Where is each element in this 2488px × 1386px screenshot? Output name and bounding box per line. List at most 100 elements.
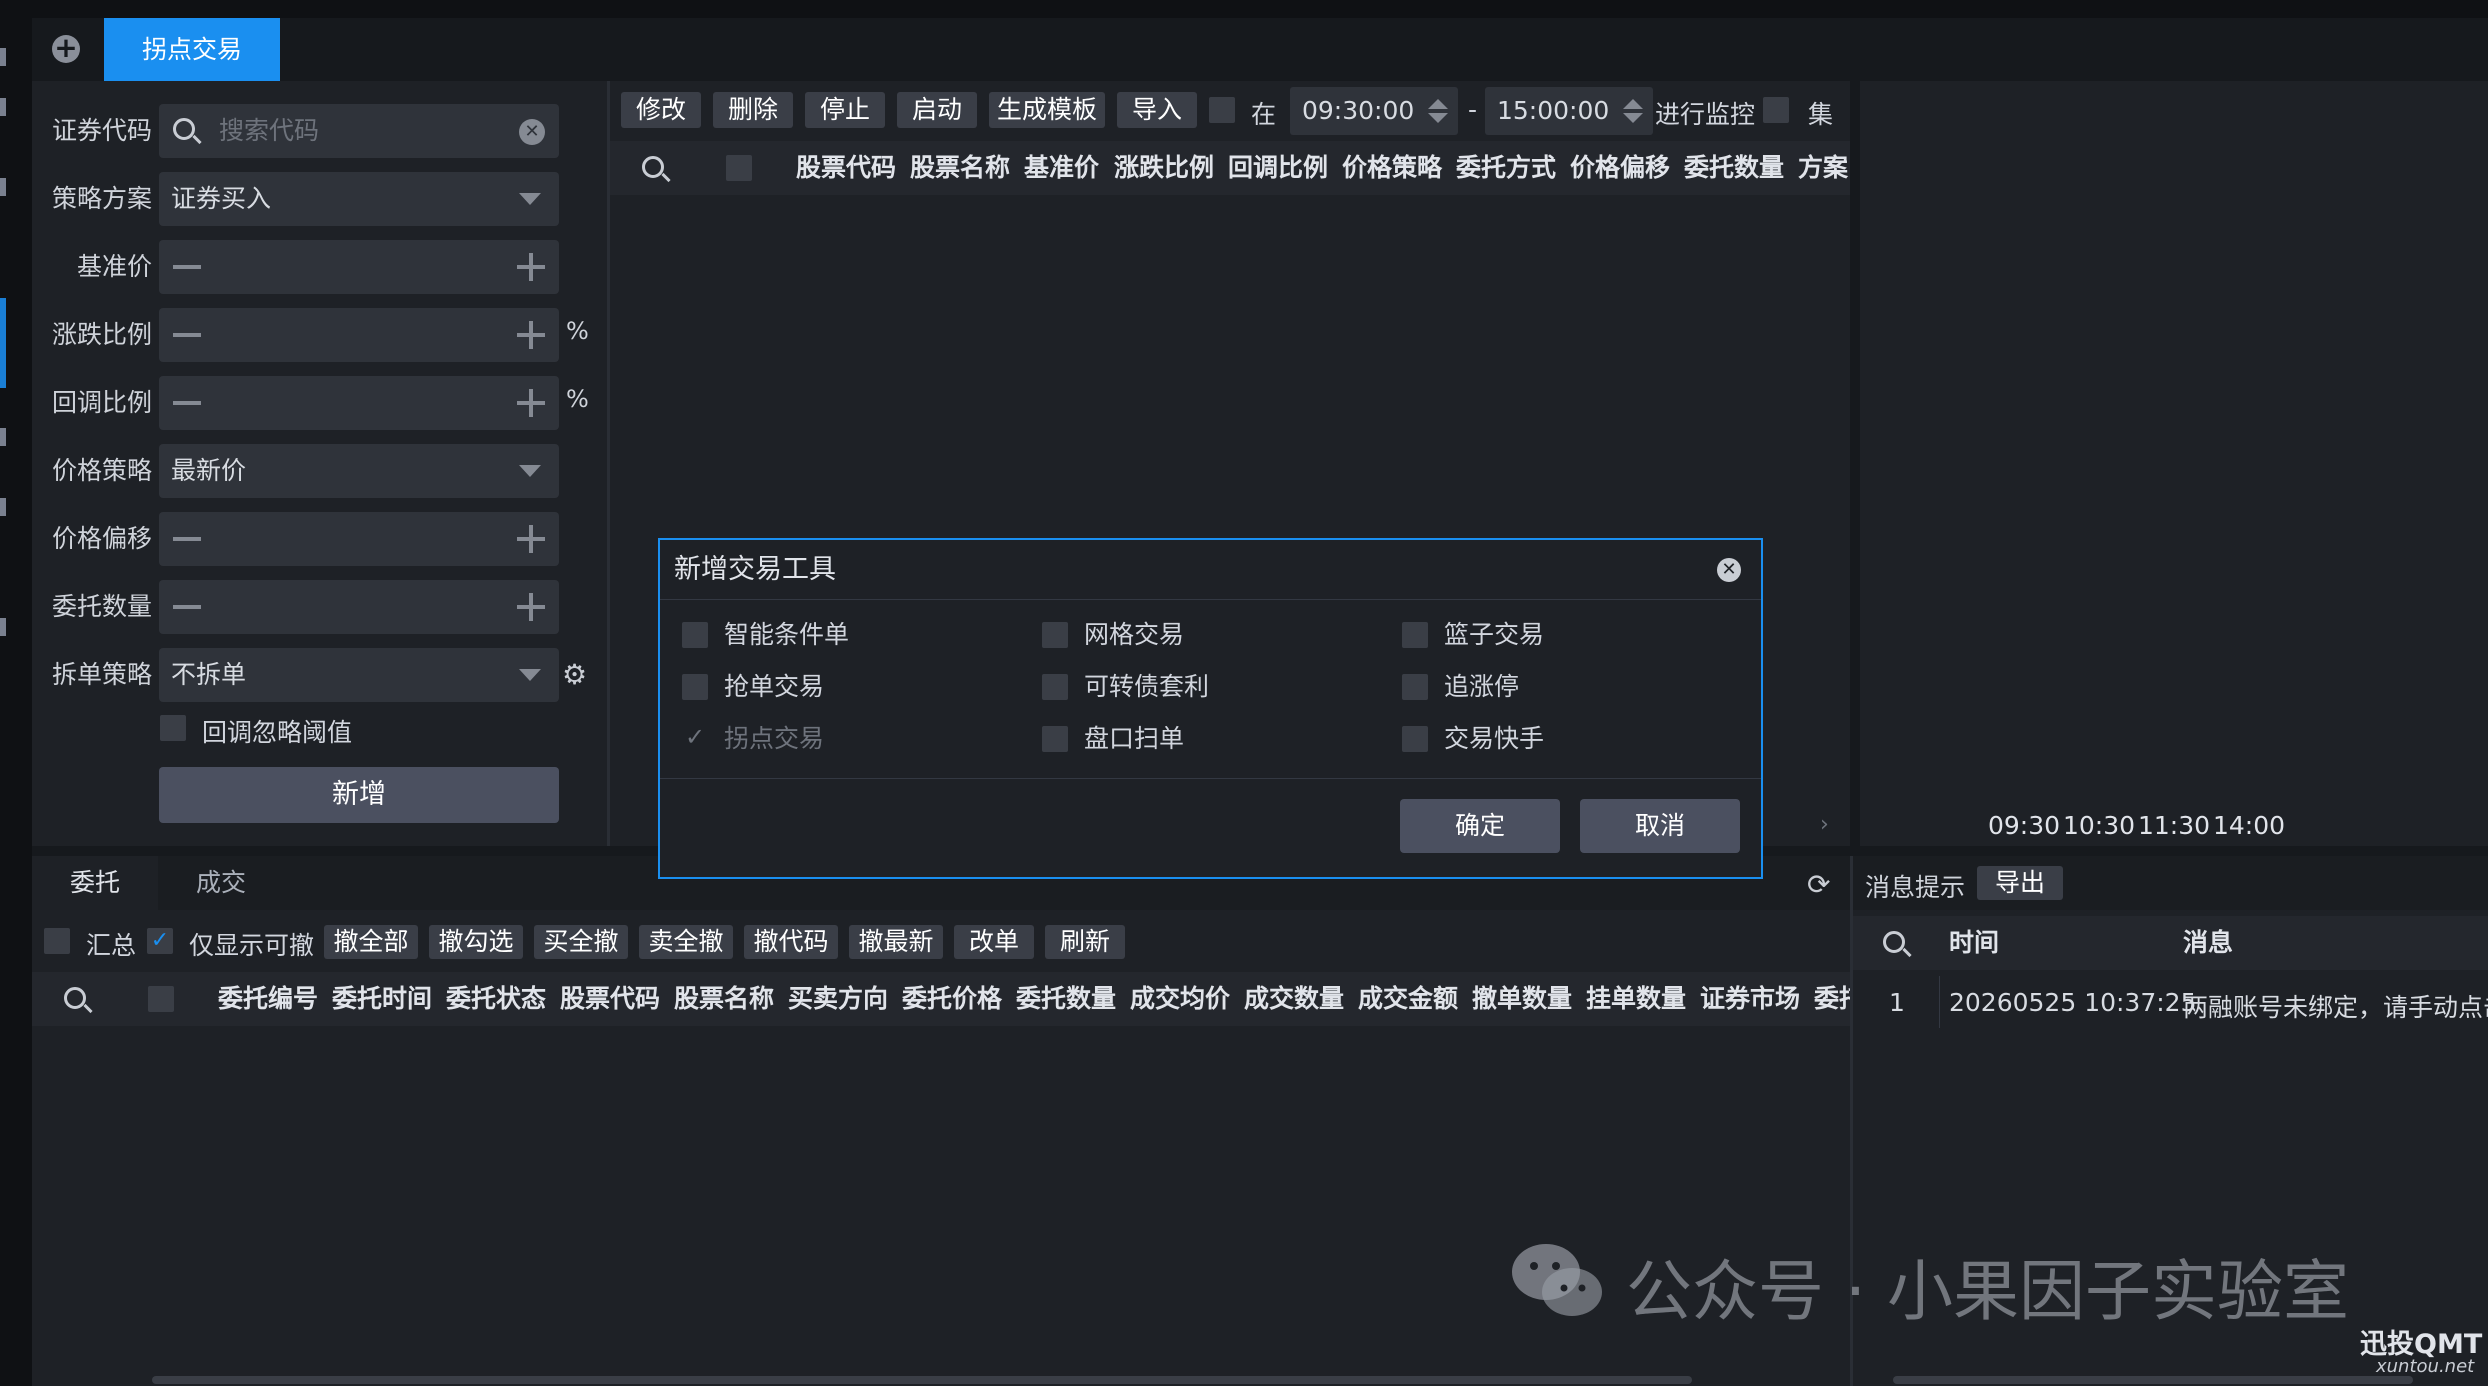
column-header[interactable]: 撤单数量 — [1472, 972, 1572, 1026]
column-header[interactable]: 委托数量 — [1016, 972, 1116, 1026]
minus-icon[interactable] — [173, 265, 201, 269]
cancel-button[interactable]: 取消 — [1580, 799, 1740, 853]
column-header[interactable]: 成交数量 — [1244, 972, 1344, 1026]
column-header[interactable]: 股票名称 — [674, 972, 774, 1026]
column-header[interactable]: 买卖方向 — [788, 972, 888, 1026]
start-button[interactable]: 启动 — [897, 92, 977, 128]
column-header[interactable]: 涨跌比例 — [1114, 141, 1214, 195]
add-button[interactable]: 新增 — [159, 767, 559, 823]
option-checkbox[interactable] — [1402, 726, 1428, 752]
option-label[interactable]: 可转债套利 — [1084, 672, 1209, 702]
search-icon[interactable] — [64, 987, 86, 1009]
strategy-plan-select[interactable]: 证券买入 — [159, 172, 559, 226]
time-monitor-checkbox[interactable] — [1209, 97, 1235, 123]
summary-checkbox[interactable] — [44, 928, 70, 954]
option-label[interactable]: 篮子交易 — [1444, 620, 1544, 650]
minus-icon[interactable] — [173, 537, 201, 541]
column-header[interactable]: 委托方式 — [1456, 141, 1556, 195]
option-checkbox[interactable] — [1042, 622, 1068, 648]
close-icon[interactable]: ✕ — [1717, 558, 1741, 582]
spin-up-icon[interactable] — [1428, 99, 1448, 109]
option-label[interactable]: 盘口扫单 — [1084, 724, 1184, 754]
column-header[interactable]: 委托时间 — [332, 972, 432, 1026]
option-checkbox[interactable] — [682, 674, 708, 700]
option-label[interactable]: 智能条件单 — [724, 620, 849, 650]
cancel-all-sells-button[interactable]: 卖全撤 — [639, 925, 733, 959]
spin-down-icon[interactable] — [1623, 113, 1643, 123]
horizontal-scrollbar[interactable] — [152, 1376, 1692, 1384]
cancel-latest-button[interactable]: 撤最新 — [849, 925, 943, 959]
option-checkbox[interactable] — [682, 622, 708, 648]
split-strategy-select[interactable]: 不拆单 — [159, 648, 559, 702]
column-header[interactable]: 消息 — [2183, 916, 2233, 970]
import-button[interactable]: 导入 — [1117, 92, 1197, 128]
option-checkbox[interactable] — [1402, 622, 1428, 648]
tab-inflection-trading[interactable]: 拐点交易 — [104, 18, 280, 81]
refresh-icon[interactable]: ⟳ — [1807, 868, 1830, 901]
column-header[interactable]: 价格偏移 — [1570, 141, 1670, 195]
price-offset-stepper[interactable] — [159, 512, 559, 566]
cancel-checked-button[interactable]: 撤勾选 — [429, 925, 523, 959]
gear-icon[interactable]: ⚙ — [562, 661, 590, 689]
ignore-threshold-checkbox[interactable] — [160, 715, 186, 741]
collect-checkbox[interactable] — [1763, 97, 1789, 123]
modify-order-button[interactable]: 改单 — [954, 925, 1034, 959]
column-header[interactable]: 委托状态 — [446, 972, 546, 1026]
column-header[interactable]: 基准价 — [1024, 141, 1099, 195]
column-header[interactable]: 委托价格 — [902, 972, 1002, 1026]
minus-icon[interactable] — [173, 333, 201, 337]
table-row[interactable]: 1 20260525 10:37:25 两融账号未绑定，请手动点击 — [1853, 976, 2488, 1028]
column-header[interactable]: 委托编号 — [218, 972, 318, 1026]
option-label[interactable]: 抢单交易 — [724, 672, 824, 702]
column-header[interactable]: 委托 — [1814, 972, 1850, 1026]
sidebar-marker[interactable] — [0, 48, 6, 66]
spin-down-icon[interactable] — [1428, 113, 1448, 123]
option-checkbox[interactable] — [1042, 726, 1068, 752]
intraday-chart[interactable]: 09:30 10:30 11:30 14:00 — [1860, 81, 2488, 846]
column-header[interactable]: 委托数量 — [1684, 141, 1784, 195]
change-ratio-stepper[interactable] — [159, 308, 559, 362]
base-price-stepper[interactable] — [159, 240, 559, 294]
option-label[interactable]: 追涨停 — [1444, 672, 1519, 702]
column-header[interactable]: 股票名称 — [910, 141, 1010, 195]
sidebar-marker[interactable] — [0, 498, 6, 516]
column-header[interactable]: 价格策略 — [1342, 141, 1442, 195]
select-all-checkbox[interactable] — [726, 155, 752, 181]
price-strategy-select[interactable]: 最新价 — [159, 444, 559, 498]
sidebar-marker[interactable] — [0, 178, 6, 196]
option-checkbox[interactable] — [1402, 674, 1428, 700]
sidebar-active-marker[interactable] — [0, 298, 6, 388]
tab-orders[interactable]: 委托 — [32, 856, 158, 910]
plus-icon[interactable] — [517, 389, 545, 417]
option-label[interactable]: 网格交易 — [1084, 620, 1184, 650]
search-icon[interactable] — [642, 156, 664, 178]
sidebar-marker[interactable] — [0, 428, 6, 446]
column-header[interactable]: 时间 — [1949, 916, 1999, 970]
cancel-all-button[interactable]: 撤全部 — [324, 925, 418, 959]
minus-icon[interactable] — [173, 605, 201, 609]
clear-icon[interactable]: ✕ — [519, 119, 545, 145]
start-time-input[interactable]: 09:30:00 — [1290, 87, 1458, 135]
cancellable-only-checkbox[interactable]: ✓ — [147, 928, 173, 954]
add-tab-icon[interactable]: + — [52, 34, 80, 63]
order-qty-stepper[interactable] — [159, 580, 559, 634]
end-time-input[interactable]: 15:00:00 — [1485, 87, 1653, 135]
column-header[interactable]: 股票代码 — [560, 972, 660, 1026]
generate-template-button[interactable]: 生成模板 — [989, 92, 1105, 128]
search-icon[interactable] — [1883, 931, 1905, 953]
confirm-button[interactable]: 确定 — [1400, 799, 1560, 853]
column-header[interactable]: 成交均价 — [1130, 972, 1230, 1026]
plus-icon[interactable] — [517, 593, 545, 621]
export-button[interactable]: 导出 — [1977, 866, 2063, 900]
security-code-input[interactable]: 搜索代码 ✕ — [159, 104, 559, 158]
column-header[interactable]: 股票代码 — [796, 141, 896, 195]
plus-icon[interactable] — [517, 253, 545, 281]
pullback-ratio-stepper[interactable] — [159, 376, 559, 430]
option-checkbox[interactable] — [1042, 674, 1068, 700]
modify-button[interactable]: 修改 — [621, 92, 701, 128]
sidebar-marker[interactable] — [0, 98, 6, 116]
stop-button[interactable]: 停止 — [805, 92, 885, 128]
select-all-checkbox[interactable] — [148, 986, 174, 1012]
column-header[interactable]: 挂单数量 — [1586, 972, 1686, 1026]
option-label[interactable]: 交易快手 — [1444, 724, 1544, 754]
